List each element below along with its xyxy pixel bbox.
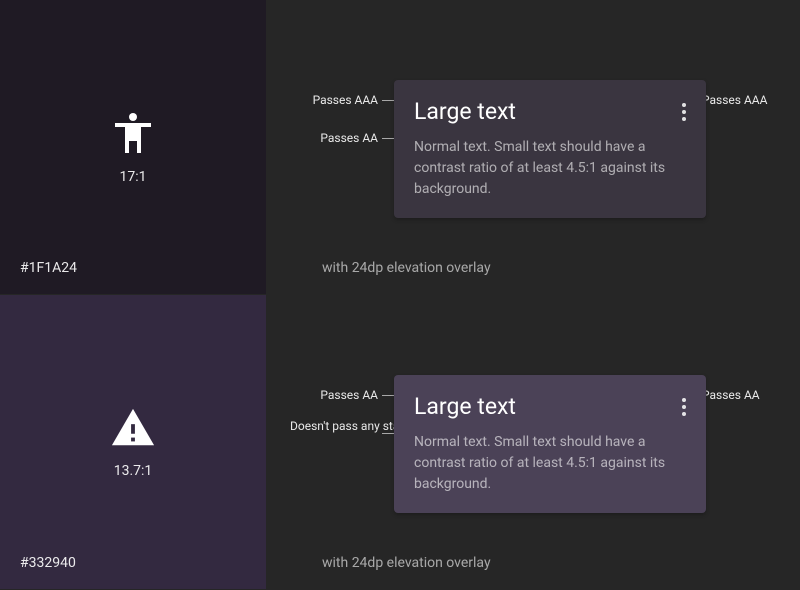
contrast-row-2: 13.7:1 #332940 Passes AA Doesn't pass an… bbox=[0, 295, 800, 590]
accessibility-icon bbox=[109, 109, 157, 157]
hex-code: #1F1A24 bbox=[20, 260, 77, 276]
contrast-ratio: 13.7:1 bbox=[114, 463, 153, 479]
contrast-ratio: 17:1 bbox=[120, 169, 147, 185]
example-card: Large text Normal text. Small text shoul… bbox=[394, 375, 706, 513]
example-panel: Passes AA Doesn't pass any standards Pas… bbox=[266, 295, 800, 589]
card-body-text: Normal text. Small text should have a co… bbox=[414, 137, 686, 200]
panel-caption: with 24dp elevation overlay bbox=[322, 260, 491, 276]
example-panel: Passes AAA Passes AA Passes AAA Large te… bbox=[266, 0, 800, 294]
example-card: Large text Normal text. Small text shoul… bbox=[394, 80, 706, 218]
more-vert-icon[interactable] bbox=[682, 398, 686, 416]
panel-caption: with 24dp elevation overlay bbox=[322, 555, 491, 571]
color-swatch: 13.7:1 #332940 bbox=[0, 295, 266, 589]
label-icon-rating: Passes AAA bbox=[702, 93, 767, 107]
warning-icon bbox=[110, 405, 156, 451]
label-body-text-rating: Passes AA bbox=[290, 131, 378, 145]
card-body-text: Normal text. Small text should have a co… bbox=[414, 432, 686, 495]
hex-code: #332940 bbox=[20, 555, 76, 571]
label-large-text-rating: Passes AAA bbox=[290, 93, 378, 107]
card-large-text: Large text bbox=[414, 98, 516, 125]
label-icon-rating: Passes AA bbox=[702, 388, 760, 402]
card-large-text: Large text bbox=[414, 393, 516, 420]
label-body-text-rating: Doesn't pass any standards bbox=[290, 419, 378, 434]
color-swatch: 17:1 #1F1A24 bbox=[0, 0, 266, 294]
label-large-text-rating: Passes AA bbox=[290, 388, 378, 402]
more-vert-icon[interactable] bbox=[682, 103, 686, 121]
contrast-row-1: 17:1 #1F1A24 Passes AAA Passes AA Passes… bbox=[0, 0, 800, 295]
